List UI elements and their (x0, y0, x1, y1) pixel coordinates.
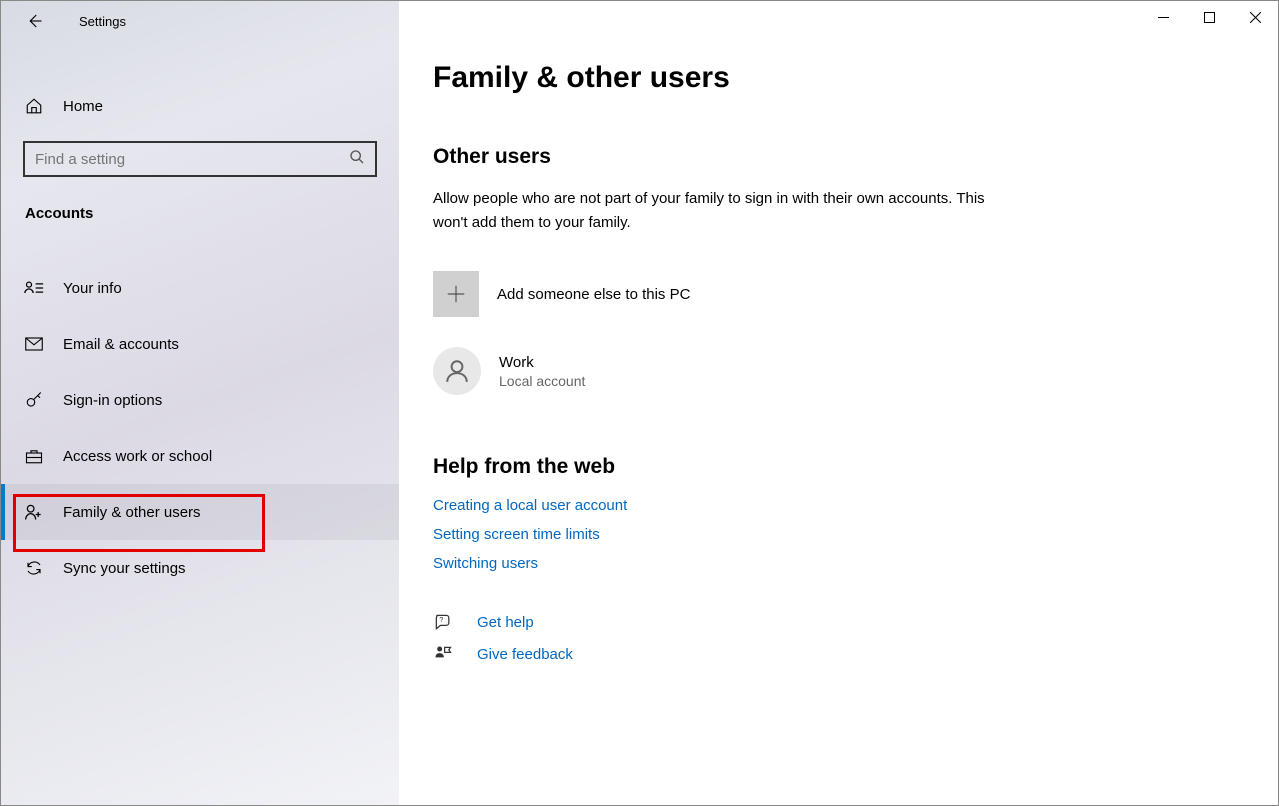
minimize-button[interactable] (1140, 1, 1186, 33)
search-icon (349, 149, 365, 170)
home-icon (23, 97, 45, 115)
nav-list: Your info Email & accounts Sign-in optio… (1, 260, 399, 596)
mail-icon (23, 337, 45, 351)
nav-label: Access work or school (63, 448, 212, 465)
get-help-link[interactable]: Get help (477, 614, 534, 631)
svg-text:?: ? (439, 615, 443, 624)
page-title: Family & other users (433, 61, 1238, 95)
close-button[interactable] (1232, 1, 1278, 33)
nav-label: Sync your settings (63, 560, 186, 577)
sidebar: Settings Home Accounts Your info (1, 1, 399, 805)
help-heading: Help from the web (433, 455, 1238, 479)
help-link-screen-time[interactable]: Setting screen time limits (433, 526, 1238, 543)
briefcase-icon (23, 448, 45, 464)
titlebar: Settings (1, 1, 399, 41)
user-row[interactable]: Work Local account (433, 347, 1238, 395)
nav-label: Your info (63, 280, 122, 297)
feedback-icon (433, 644, 455, 664)
feedback-link[interactable]: Give feedback (477, 646, 573, 663)
key-icon (23, 391, 45, 409)
person-card-icon (23, 280, 45, 296)
help-link-switching[interactable]: Switching users (433, 555, 1238, 572)
window-controls (1140, 1, 1278, 33)
window-title: Settings (79, 14, 126, 29)
home-nav[interactable]: Home (1, 83, 399, 129)
feedback-row[interactable]: Give feedback (433, 644, 1238, 664)
get-help-row[interactable]: ? Get help (433, 612, 1238, 632)
plus-icon (433, 271, 479, 317)
nav-label: Sign-in options (63, 392, 162, 409)
help-link-local-account[interactable]: Creating a local user account (433, 497, 1238, 514)
other-users-description: Allow people who are not part of your fa… (433, 187, 993, 235)
maximize-button[interactable] (1186, 1, 1232, 33)
search-input[interactable] (35, 151, 349, 168)
category-header: Accounts (1, 177, 399, 240)
nav-item-sync[interactable]: Sync your settings (1, 540, 399, 596)
nav-label: Email & accounts (63, 336, 179, 353)
chat-help-icon: ? (433, 612, 455, 632)
add-user-button[interactable]: Add someone else to this PC (433, 271, 1238, 317)
avatar-icon (433, 347, 481, 395)
content-pane: Family & other users Other users Allow p… (399, 1, 1278, 805)
nav-item-email[interactable]: Email & accounts (1, 316, 399, 372)
add-user-label: Add someone else to this PC (497, 286, 690, 303)
other-users-heading: Other users (433, 145, 1238, 169)
home-label: Home (63, 98, 103, 115)
nav-item-signin[interactable]: Sign-in options (1, 372, 399, 428)
nav-label: Family & other users (63, 504, 201, 521)
people-add-icon (23, 503, 45, 521)
user-name: Work (499, 354, 585, 371)
help-links: Creating a local user account Setting sc… (433, 497, 1238, 572)
nav-item-work[interactable]: Access work or school (1, 428, 399, 484)
sync-icon (23, 559, 45, 577)
nav-item-your-info[interactable]: Your info (1, 260, 399, 316)
nav-item-family[interactable]: Family & other users (1, 484, 399, 540)
back-button[interactable] (19, 6, 49, 36)
search-box[interactable] (23, 141, 377, 177)
user-subtitle: Local account (499, 373, 585, 389)
